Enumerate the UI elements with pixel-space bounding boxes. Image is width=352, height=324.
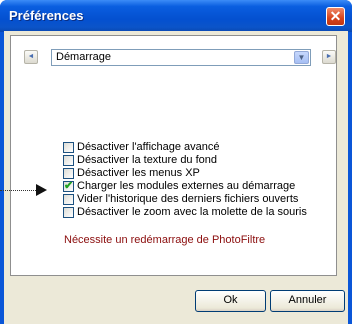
cancel-button-label: Annuler bbox=[288, 294, 327, 306]
cancel-button[interactable]: Annuler bbox=[270, 290, 345, 312]
restart-notice: Nécessite un redémarrage de PhotoFiltre bbox=[64, 234, 266, 246]
checkbox[interactable] bbox=[63, 142, 74, 153]
ok-button[interactable]: Ok bbox=[195, 290, 266, 312]
next-page-button[interactable]: ► bbox=[322, 50, 336, 64]
page-select[interactable]: Démarrage ▼ bbox=[51, 49, 311, 66]
checkbox[interactable] bbox=[63, 194, 74, 205]
title-bar[interactable]: Préférences ✕ bbox=[0, 0, 352, 32]
checkbox[interactable] bbox=[63, 168, 74, 179]
arrow-left-icon: ◄ bbox=[27, 53, 35, 60]
checkmark-icon: ✔ bbox=[64, 180, 74, 192]
preferences-window: Préférences ✕ ◄ Démarrage ▼ ► Désactiver bbox=[0, 0, 352, 324]
checkbox[interactable] bbox=[63, 155, 74, 166]
pointer-arrow-icon bbox=[36, 184, 47, 196]
arrow-right-icon: ► bbox=[325, 53, 333, 60]
option-label: Désactiver la texture du fond bbox=[77, 154, 218, 166]
checkbox[interactable] bbox=[63, 207, 74, 218]
option-label: Désactiver l'affichage avancé bbox=[77, 141, 220, 153]
pointer-dotted-line bbox=[0, 190, 36, 191]
checkbox-checked[interactable]: ✔ bbox=[63, 180, 74, 192]
previous-page-button[interactable]: ◄ bbox=[24, 50, 38, 64]
dropdown-button[interactable]: ▼ bbox=[294, 51, 309, 64]
close-button[interactable]: ✕ bbox=[326, 7, 345, 26]
page-select-value: Démarrage bbox=[56, 51, 112, 63]
close-icon: ✕ bbox=[329, 8, 342, 24]
chevron-down-icon: ▼ bbox=[297, 53, 306, 62]
option-label: Désactiver le zoom avec la molette de la… bbox=[77, 206, 307, 218]
ok-button-label: Ok bbox=[223, 294, 238, 306]
option-label: Vider l'historique des derniers fichiers… bbox=[77, 193, 299, 205]
option-label: Charger les modules externes au démarrag… bbox=[77, 180, 296, 192]
dialog-body: ◄ Démarrage ▼ ► Désactiver l'affichage a… bbox=[4, 31, 348, 324]
window-title: Préférences bbox=[9, 8, 84, 23]
option-label: Désactiver les menus XP bbox=[77, 167, 200, 179]
